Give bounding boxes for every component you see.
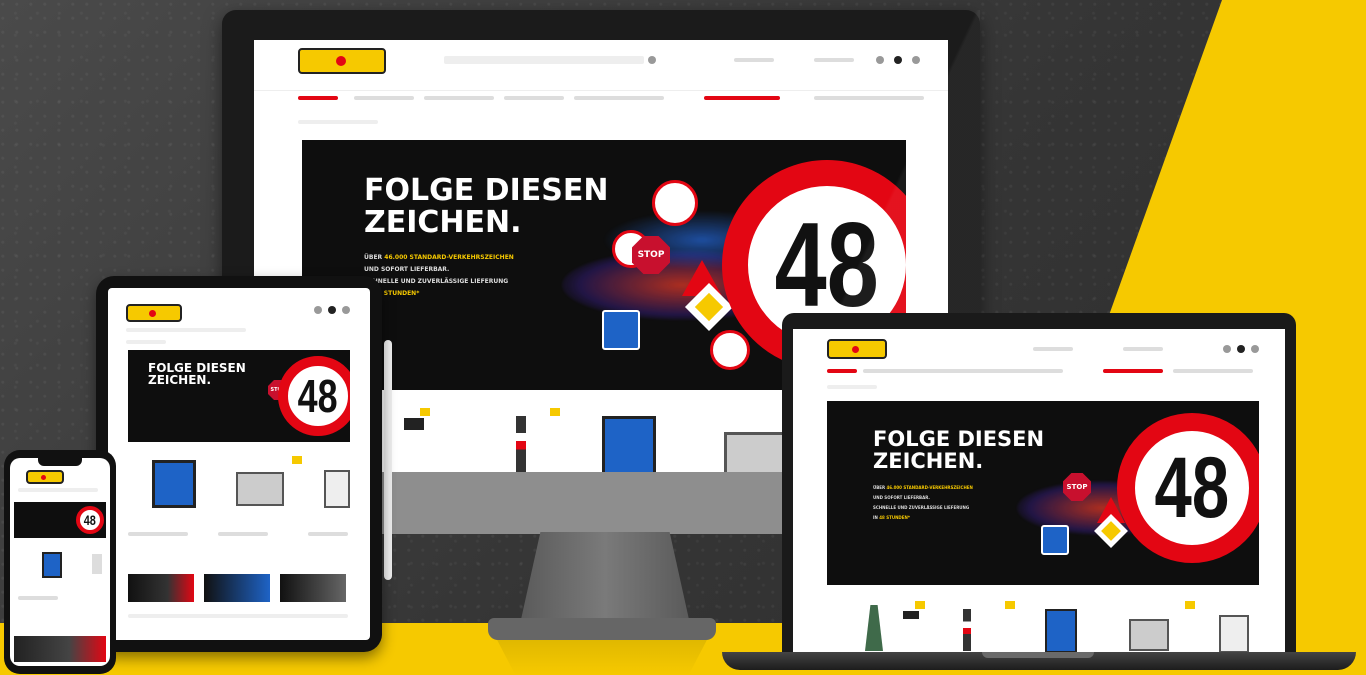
hero-sub-1: ÜBER 46.000 STANDARD-VERKEHRSZEICHEN — [364, 254, 514, 261]
nav-item-highlight[interactable] — [827, 369, 857, 373]
breadcrumb — [827, 385, 877, 389]
search-input[interactable] — [126, 328, 246, 332]
traffic-sign — [710, 330, 750, 370]
header-link[interactable] — [1033, 347, 1073, 351]
monitor-stand-base — [488, 618, 716, 640]
stop-sign: STOP — [632, 236, 670, 274]
product-image[interactable] — [903, 611, 919, 619]
menu-icon[interactable] — [1251, 345, 1259, 353]
blue-sign — [602, 310, 640, 350]
category-tile[interactable] — [128, 574, 194, 602]
header-link[interactable] — [1123, 347, 1163, 351]
monitor-stand — [520, 532, 690, 624]
nav-item[interactable] — [354, 96, 414, 100]
phone-device: 48 — [4, 450, 116, 674]
product-image[interactable] — [404, 418, 424, 430]
product-title[interactable] — [218, 532, 268, 536]
cart-icon[interactable] — [1237, 345, 1245, 353]
product-badge — [550, 408, 560, 416]
footer-links[interactable] — [128, 614, 348, 618]
tablet-device: FOLGE DIESEN ZEICHEN. STOP 48 — [96, 276, 382, 652]
product-image[interactable] — [865, 605, 883, 651]
shop-logo[interactable] — [26, 470, 64, 484]
speed-limit-48-sign: 48 — [278, 356, 350, 436]
hero-headline-2: ZEICHEN. — [364, 205, 522, 240]
phone-screen: 48 — [10, 458, 110, 666]
user-icon[interactable] — [314, 306, 322, 314]
product-image[interactable] — [1045, 609, 1077, 653]
laptop-screen: FOLGE DIESEN ZEICHEN. ÜBER 46.000 STANDA… — [793, 329, 1285, 653]
product-image[interactable] — [152, 460, 196, 508]
product-badge — [1185, 601, 1195, 609]
product-title[interactable] — [128, 532, 188, 536]
category-tile[interactable] — [14, 636, 106, 662]
hero-banner[interactable]: 48 — [14, 502, 106, 538]
hero-sub-4: IN 48 STUNDEN* — [873, 515, 910, 520]
menu-icon[interactable] — [342, 306, 350, 314]
breadcrumb — [298, 120, 378, 124]
nav-item-highlight[interactable] — [298, 96, 338, 100]
shop-logo[interactable] — [126, 304, 182, 322]
product-image[interactable] — [516, 416, 526, 472]
hero-sub-2: UND SOFORT LIEFERBAR. — [873, 495, 930, 500]
nav-item[interactable] — [1173, 369, 1253, 373]
hero-sub-2: UND SOFORT LIEFERBAR. — [364, 266, 450, 273]
category-tile[interactable] — [204, 574, 270, 602]
product-image[interactable] — [324, 470, 350, 508]
nav-item[interactable] — [863, 369, 1063, 373]
speed-limit-48-sign: 48 — [1117, 413, 1259, 563]
cart-icon[interactable] — [328, 306, 336, 314]
hero-sub-3: SCHNELLE UND ZUVERLÄSSIGE LIEFERUNG — [364, 278, 509, 285]
product-image[interactable] — [724, 432, 790, 472]
breadcrumb — [126, 340, 166, 344]
product-badge — [915, 601, 925, 609]
product-image[interactable] — [42, 552, 62, 578]
category-tile[interactable] — [280, 574, 346, 602]
product-badge — [292, 456, 302, 464]
hero-headline-2: ZEICHEN. — [148, 373, 212, 387]
hero-headline-1: FOLGE DIESEN — [364, 173, 609, 208]
product-image[interactable] — [236, 472, 284, 506]
product-image[interactable] — [1219, 615, 1249, 653]
laptop-device: FOLGE DIESEN ZEICHEN. ÜBER 46.000 STANDA… — [782, 313, 1296, 653]
shop-logo[interactable] — [827, 339, 887, 359]
speed-limit-48-sign: 48 — [76, 506, 104, 534]
nav-item[interactable] — [504, 96, 564, 100]
product-title[interactable] — [18, 596, 58, 600]
product-image[interactable] — [963, 609, 971, 651]
nav-item[interactable] — [424, 96, 494, 100]
product-image[interactable] — [92, 554, 102, 574]
nav-item[interactable] — [574, 96, 664, 100]
nav-item-highlight[interactable] — [1103, 369, 1163, 373]
blue-sign — [1041, 525, 1069, 555]
search-icon[interactable] — [648, 56, 656, 64]
product-image[interactable] — [1129, 619, 1169, 651]
stylus-pencil — [384, 340, 392, 580]
hero-banner[interactable]: FOLGE DIESEN ZEICHEN. STOP 48 — [128, 350, 350, 442]
search-input[interactable] — [18, 488, 98, 492]
product-image[interactable] — [602, 416, 656, 472]
hero-headline-1: FOLGE DIESEN — [873, 427, 1045, 451]
header-link[interactable] — [734, 58, 774, 62]
hero-sub-3: SCHNELLE UND ZUVERLÄSSIGE LIEFERUNG — [873, 505, 970, 510]
product-badge — [420, 408, 430, 416]
hero-headline-2: ZEICHEN. — [873, 449, 984, 473]
hero-sub-1: ÜBER 46.000 STANDARD-VERKEHRSZEICHEN — [873, 485, 973, 490]
product-title[interactable] — [308, 532, 348, 536]
traffic-sign — [652, 180, 698, 226]
tablet-screen: FOLGE DIESEN ZEICHEN. STOP 48 — [108, 288, 370, 640]
search-input[interactable] — [444, 56, 644, 64]
product-badge — [1005, 601, 1015, 609]
hero-banner[interactable]: FOLGE DIESEN ZEICHEN. ÜBER 46.000 STANDA… — [827, 401, 1259, 585]
shop-logo[interactable] — [298, 48, 386, 74]
user-icon[interactable] — [1223, 345, 1231, 353]
nav-item-highlight[interactable] — [704, 96, 780, 100]
